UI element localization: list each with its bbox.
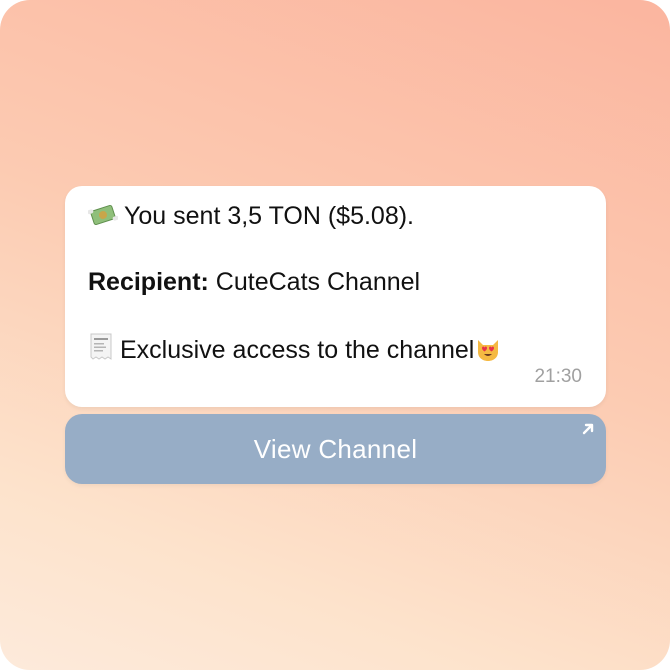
receipt-icon <box>88 332 114 370</box>
heart-eyes-cat-icon <box>474 336 502 370</box>
description-text: Exclusive access to the channel <box>120 336 475 364</box>
view-channel-button[interactable]: View Channel <box>65 414 606 484</box>
background-canvas: You sent 3,5 TON ($5.08). Recipient: Cut… <box>0 0 670 670</box>
recipient-name: CuteCats Channel <box>208 268 421 296</box>
description-line: Exclusive access to the channel <box>88 332 502 370</box>
view-channel-label: View Channel <box>253 433 418 464</box>
payment-text: You sent 3,5 TON ($5.08). <box>124 202 415 230</box>
message-timestamp: 21:30 <box>534 366 582 387</box>
payment-line: You sent 3,5 TON ($5.08). <box>87 200 415 236</box>
money-with-wings-icon <box>87 202 119 236</box>
external-arrow-icon <box>582 423 594 435</box>
recipient-label: Recipient: <box>88 268 209 296</box>
recipient-line: Recipient: CuteCats Channel <box>88 266 420 298</box>
message-bubble: You sent 3,5 TON ($5.08). Recipient: Cut… <box>65 186 606 407</box>
